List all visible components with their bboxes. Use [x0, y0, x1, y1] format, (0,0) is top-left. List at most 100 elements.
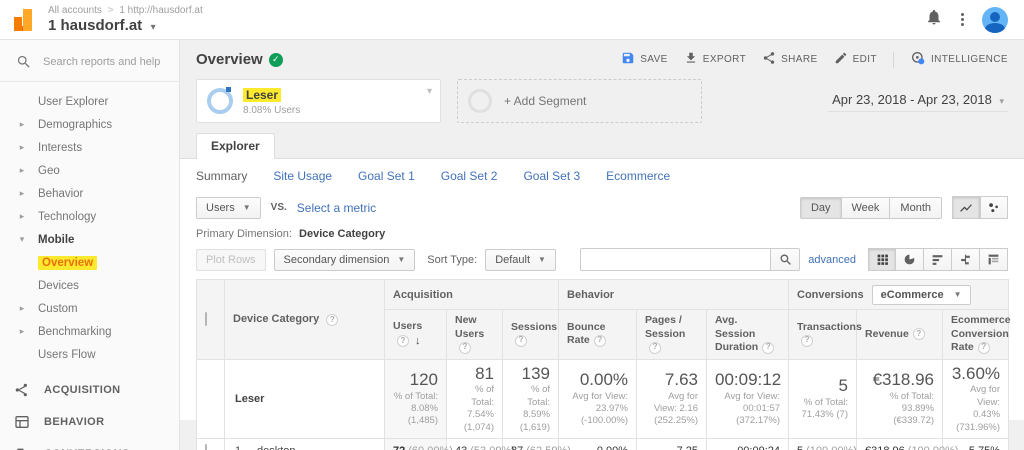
- sidebar-item-geo[interactable]: ▸Geo: [0, 159, 179, 182]
- conversions-goal-selector[interactable]: eCommerce ▼: [872, 285, 971, 305]
- sidebar-item-user-explorer[interactable]: User Explorer: [0, 90, 179, 113]
- account-block: All accounts > 1 http://hausdorf.at 1 ha…: [48, 5, 203, 35]
- column-header-transactions[interactable]: Transactions?: [789, 310, 857, 360]
- subtab-goal-set-1[interactable]: Goal Set 1: [358, 169, 415, 183]
- row-rank: 1.: [235, 445, 257, 450]
- sort-descending-icon[interactable]: ↓: [415, 335, 421, 347]
- sort-type-button[interactable]: Default ▼: [485, 249, 556, 271]
- breadcrumb-all-accounts[interactable]: All accounts: [48, 5, 102, 16]
- sidebar: Search reports and help User Explorer▸De…: [0, 40, 180, 450]
- bar-list-icon: [931, 253, 944, 266]
- comparison-view-button[interactable]: [952, 248, 980, 271]
- sidebar-item-users-flow[interactable]: Users Flow: [0, 343, 179, 366]
- subtab-summary[interactable]: Summary: [196, 169, 247, 183]
- help-icon[interactable]: ?: [978, 342, 990, 354]
- add-segment-card[interactable]: + Add Segment: [457, 79, 702, 123]
- breadcrumb-property[interactable]: 1 http://hausdorf.at: [119, 5, 202, 16]
- save-button[interactable]: SAVE: [621, 51, 668, 68]
- plot-rows-button: Plot Rows: [196, 249, 266, 271]
- row-dimension[interactable]: 1.desktop: [225, 438, 385, 450]
- date-range-picker[interactable]: Apr 23, 2018 - Apr 23, 2018 ▾: [828, 90, 1008, 112]
- sidebar-search[interactable]: Search reports and help: [0, 40, 179, 82]
- sidebar-item-interests[interactable]: ▸Interests: [0, 136, 179, 159]
- sidebar-item-mobile[interactable]: ▾Mobile: [0, 228, 179, 251]
- advanced-link[interactable]: advanced: [808, 254, 856, 266]
- metric-selector[interactable]: Users ▼: [196, 197, 261, 219]
- line-chart-button[interactable]: [952, 196, 980, 219]
- sidebar-item-behavior[interactable]: ▸Behavior: [0, 182, 179, 205]
- column-header-sessions[interactable]: Sessions?: [503, 310, 559, 360]
- secondary-dimension-button[interactable]: Secondary dimension ▼: [274, 249, 416, 271]
- sidebar-item-custom[interactable]: ▸Custom: [0, 297, 179, 320]
- help-icon[interactable]: ?: [515, 335, 527, 347]
- breadcrumb[interactable]: All accounts > 1 http://hausdorf.at: [48, 5, 203, 17]
- granularity-group: DayWeekMonth: [800, 197, 942, 219]
- export-button[interactable]: EXPORT: [684, 51, 746, 68]
- column-header-new-users[interactable]: New Users?: [447, 310, 503, 360]
- column-label: Users: [393, 320, 422, 332]
- summary-metric: 7.63Avg for View: 2.16 (252.25%): [637, 359, 707, 438]
- granularity-month-button[interactable]: Month: [890, 197, 942, 219]
- subtab-goal-set-3[interactable]: Goal Set 3: [523, 169, 580, 183]
- acquisition-icon: [14, 382, 32, 398]
- pivot-view-button[interactable]: [980, 248, 1008, 271]
- help-icon[interactable]: ?: [913, 328, 925, 340]
- dimension-column-header[interactable]: Device Category ?: [225, 280, 385, 360]
- table-search-input[interactable]: [580, 248, 770, 271]
- sidebar-section-behavior[interactable]: BEHAVIOR: [0, 406, 179, 438]
- granularity-day-button[interactable]: Day: [800, 197, 842, 219]
- sidebar-item-devices[interactable]: Devices: [0, 274, 179, 297]
- help-icon[interactable]: ?: [801, 335, 813, 347]
- help-icon[interactable]: ?: [459, 342, 471, 354]
- help-icon[interactable]: ?: [326, 314, 338, 326]
- sidebar-section-conversions[interactable]: CONVERSIONS: [0, 438, 179, 450]
- help-icon[interactable]: ?: [649, 342, 661, 354]
- add-segment-label: + Add Segment: [504, 94, 586, 108]
- breadcrumb-separator-icon: >: [108, 5, 114, 16]
- notifications-bell-icon[interactable]: [925, 8, 943, 31]
- column-header-avg-session-duration[interactable]: Avg. Session Duration?: [707, 310, 789, 360]
- help-icon[interactable]: ?: [762, 342, 774, 354]
- active-segment-card[interactable]: Leser 8.08% Users ▾: [196, 79, 441, 123]
- sidebar-item-benchmarking[interactable]: ▸Benchmarking: [0, 320, 179, 343]
- sidebar-item-demographics[interactable]: ▸Demographics: [0, 113, 179, 136]
- sidebar-section-acquisition[interactable]: ACQUISITION: [0, 374, 179, 406]
- granularity-week-button[interactable]: Week: [842, 197, 891, 219]
- percentage-view-button[interactable]: [896, 248, 924, 271]
- sidebar-item-overview[interactable]: Overview: [0, 251, 179, 274]
- column-header-revenue[interactable]: Revenue?: [857, 310, 943, 360]
- pivot-table-icon: [987, 253, 1000, 266]
- chart-type-group: [952, 196, 1008, 219]
- conversions-icon: [14, 446, 32, 450]
- help-icon[interactable]: ?: [594, 335, 606, 347]
- performance-view-button[interactable]: [924, 248, 952, 271]
- edit-button[interactable]: EDIT: [834, 51, 877, 68]
- sidebar-item-label: Geo: [38, 165, 60, 177]
- select-a-metric-link[interactable]: Select a metric: [297, 201, 376, 215]
- subtab-goal-set-2[interactable]: Goal Set 2: [441, 169, 498, 183]
- subtab-site-usage[interactable]: Site Usage: [273, 169, 332, 183]
- user-avatar[interactable]: [982, 7, 1008, 33]
- data-table-view-button[interactable]: [868, 248, 896, 271]
- account-selector[interactable]: 1 hausdorf.at ▾: [48, 17, 203, 35]
- motion-chart-button[interactable]: [980, 196, 1008, 219]
- chevron-down-icon[interactable]: ▾: [427, 86, 432, 97]
- sidebar-item-technology[interactable]: ▸Technology: [0, 205, 179, 228]
- primary-dimension-value[interactable]: Device Category: [299, 228, 385, 240]
- vs-label: VS.: [271, 202, 287, 213]
- help-icon[interactable]: ?: [397, 335, 409, 347]
- column-header-users[interactable]: Users? ↓: [385, 310, 447, 360]
- subtab-ecommerce[interactable]: Ecommerce: [606, 169, 670, 183]
- tab-explorer[interactable]: Explorer: [196, 133, 275, 159]
- chevron-down-icon: ▼: [243, 203, 251, 212]
- column-header-pages-session[interactable]: Pages / Session?: [637, 310, 707, 360]
- column-label: Sessions: [511, 321, 557, 333]
- row-checkbox[interactable]: [205, 444, 207, 450]
- share-button[interactable]: SHARE: [762, 51, 817, 68]
- select-all-checkbox[interactable]: [205, 312, 207, 326]
- column-header-ecommerce-conversion-rate[interactable]: Ecommerce Conversion Rate?: [943, 310, 1009, 360]
- table-search-button[interactable]: [770, 248, 800, 271]
- column-header-bounce-rate[interactable]: Bounce Rate?: [559, 310, 637, 360]
- intelligence-button[interactable]: INTELLIGENCE: [910, 50, 1008, 69]
- more-options-kebab-icon[interactable]: [961, 13, 964, 26]
